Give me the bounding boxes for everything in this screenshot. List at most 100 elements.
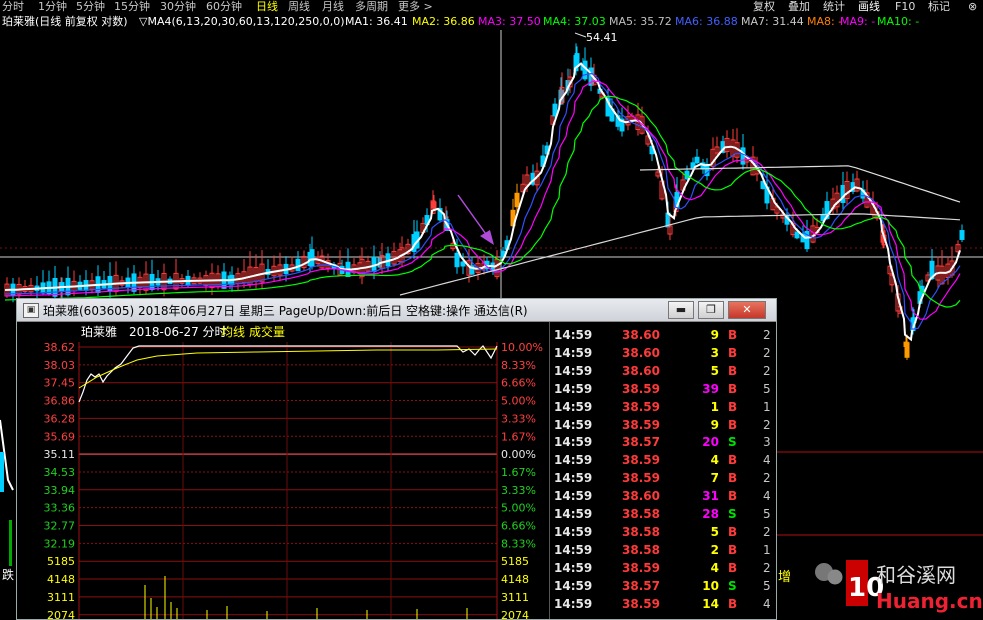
period-tab[interactable]: 分时: [2, 0, 24, 14]
toolbar-button[interactable]: 画线: [858, 0, 880, 14]
svg-text:均线: 均线: [221, 325, 245, 339]
left-volume-bar: [9, 520, 12, 566]
tick-dir: S: [728, 507, 737, 521]
tick-dir: B: [728, 328, 738, 342]
tick-row[interactable]: 14:59 38.59 1 B 1: [550, 398, 777, 416]
average-line: [78, 348, 498, 389]
tick-vol: 20: [702, 435, 719, 450]
tick-n: 5: [763, 578, 771, 593]
tick-price: 38.59: [622, 417, 660, 432]
tick-row[interactable]: 14:59 38.58 5 B 2: [550, 523, 777, 541]
tick-row[interactable]: 14:59 38.60 5 B 2: [550, 362, 777, 380]
tick-time: 14:59: [554, 399, 593, 414]
tick-price: 38.59: [622, 381, 660, 396]
tick-vol: 2: [710, 542, 719, 557]
period-tab[interactable]: 日线: [256, 0, 278, 14]
price-axis-label: 35.69: [44, 430, 76, 443]
tick-dir: B: [728, 560, 738, 575]
tick-n: 5: [763, 381, 771, 396]
svg-text:2018-06-27 分时: 2018-06-27 分时: [129, 325, 227, 339]
volume-axis-label-right: 4148: [501, 573, 529, 586]
ma-legend-item: MA10: -: [877, 15, 920, 28]
period-tab[interactable]: 更多 >: [398, 0, 433, 14]
tick-vol: 39: [702, 381, 719, 396]
price-axis-label: 38.62: [44, 341, 76, 354]
period-tab[interactable]: 多周期: [355, 0, 388, 14]
tick-row[interactable]: 14:59 38.59 9 B 2: [550, 416, 777, 434]
tick-row[interactable]: 14:59 38.60 3 B 2: [550, 344, 777, 362]
period-tab[interactable]: 1分钟: [38, 0, 67, 14]
tick-row[interactable]: 14:59 38.59 7 B 2: [550, 469, 777, 487]
percent-axis-label: 5.00%: [501, 395, 536, 408]
tick-time: 14:59: [554, 363, 593, 378]
ma-param[interactable]: ▽MA4(6,13,20,30,60,13,120,250,0,0): [139, 14, 345, 30]
popup-title: 珀莱雅(603605) 2018年06月27日 星期三 PageUp/Down:…: [43, 304, 528, 318]
tick-row[interactable]: 14:59 38.58 2 B 1: [550, 541, 777, 559]
period-tab[interactable]: 15分钟: [114, 0, 150, 14]
tick-row[interactable]: 14:59 38.60 31 B 4: [550, 487, 777, 505]
tick-price: 38.60: [622, 363, 660, 378]
price-axis-label: 35.11: [44, 448, 76, 461]
tick-row[interactable]: 14:59 38.60 9 B 2: [550, 326, 777, 344]
tick-dir: S: [728, 578, 737, 593]
toolbar-button[interactable]: 标记: [928, 0, 950, 14]
ma-legend-item: MA2: 36.86: [412, 15, 475, 28]
tick-vol: 5: [710, 524, 719, 539]
tick-vol: 7: [710, 471, 719, 486]
percent-axis-label: 6.66%: [501, 520, 536, 533]
ma-legend-item: MA3: 37.50: [478, 15, 541, 28]
period-tab[interactable]: 周线: [288, 0, 310, 14]
period-tab[interactable]: 30分钟: [160, 0, 196, 14]
tick-price: 38.60: [622, 328, 660, 342]
tick-price: 38.59: [622, 560, 660, 575]
tick-row[interactable]: 14:59 38.57 20 S 3: [550, 433, 777, 451]
intraday-header: 珀莱雅 2018-06-27 分时均线 成交量: [81, 324, 285, 339]
tick-row[interactable]: 14:59 38.59 4 B 4: [550, 451, 777, 469]
tick-row[interactable]: 14:59 38.59 14 B 4: [550, 595, 777, 613]
tick-dir: B: [728, 524, 738, 539]
tick-time: 14:59: [554, 435, 593, 450]
volume-bars: [144, 576, 468, 619]
close-chart-icon[interactable]: ⊗: [968, 0, 977, 14]
restore-button[interactable]: ❐: [698, 301, 724, 319]
volume-axis-label: 3111: [47, 591, 75, 604]
popup-titlebar[interactable]: ▣ 珀莱雅(603605) 2018年06月27日 星期三 PageUp/Dow…: [17, 299, 776, 322]
period-tab[interactable]: 5分钟: [76, 0, 105, 14]
tick-row[interactable]: 14:59 38.58 28 S 5: [550, 505, 777, 523]
toolbar-button[interactable]: 统计: [823, 0, 845, 14]
tick-row[interactable]: 14:59 38.57 10 S 5: [550, 577, 777, 595]
tick-row[interactable]: 14:59 38.59 39 B 5: [550, 380, 777, 398]
intraday-grid: [78, 342, 498, 619]
toolbar-button[interactable]: F10: [895, 0, 915, 14]
price-axis-label: 34.53: [44, 466, 76, 479]
intraday-chart[interactable]: 珀莱雅 2018-06-27 分时均线 成交量 38.62 38.03 37.45 36.8…: [17, 322, 549, 619]
toolbar-button[interactable]: 叠加: [788, 0, 810, 14]
tick-list[interactable]: 14:59 38.60 9 B 2 14:59 38.60 3 B 2 14:59 38.60 5 B 2 1…: [549, 322, 777, 619]
svg-text:Huang.cn: Huang.cn: [876, 589, 983, 613]
tick-n: 5: [763, 507, 771, 521]
percent-axis-label: 1.67%: [501, 430, 536, 443]
tick-n: 2: [763, 560, 771, 575]
arrow-head-icon: [480, 230, 494, 245]
minimize-button[interactable]: ▬: [668, 301, 694, 319]
close-button[interactable]: ✕: [728, 301, 766, 319]
tick-n: 2: [763, 363, 771, 378]
tick-price: 38.59: [622, 471, 660, 486]
tick-price: 38.58: [622, 524, 660, 539]
price-axis-label: 37.45: [44, 377, 76, 390]
period-tab[interactable]: 60分钟: [206, 0, 242, 14]
tick-dir: B: [728, 363, 738, 378]
tick-vol: 5: [710, 363, 719, 378]
toolbar-button[interactable]: 复权: [753, 0, 775, 14]
period-tab[interactable]: 月线: [322, 0, 344, 14]
tick-vol: 3: [710, 345, 719, 360]
tick-row[interactable]: 14:59 38.59 4 B 2: [550, 559, 777, 577]
intraday-popup-window: ▣ 珀莱雅(603605) 2018年06月27日 星期三 PageUp/Dow…: [16, 298, 777, 620]
increase-label: 增: [778, 570, 792, 585]
tick-dir: B: [728, 453, 738, 468]
tick-vol: 1: [710, 399, 719, 414]
tick-dir: B: [728, 471, 738, 486]
wechat-icon: [815, 563, 843, 585]
tick-dir: B: [728, 489, 738, 504]
tick-n: 2: [763, 328, 771, 342]
